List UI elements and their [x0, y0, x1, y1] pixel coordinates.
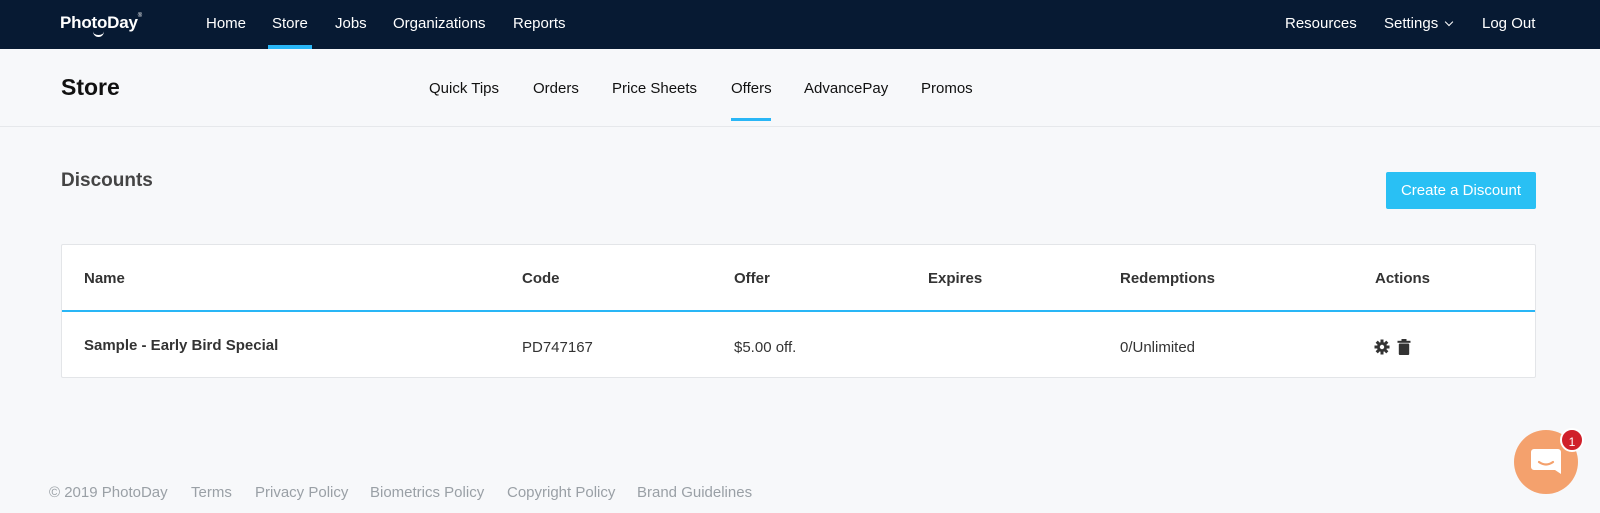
table-row: Sample - Early Bird Special PD747167 $5.…	[62, 312, 1535, 379]
nav-settings-label: Settings	[1384, 15, 1439, 32]
store-subheader: Store Quick Tips Orders Price Sheets Off…	[0, 49, 1600, 127]
footer-link-brand-guidelines[interactable]: Brand Guidelines	[637, 484, 752, 501]
discount-redemptions: 0/Unlimited	[1120, 339, 1196, 356]
nav-reports[interactable]: Reports	[513, 15, 566, 32]
nav-home[interactable]: Home	[206, 15, 246, 32]
chevron-down-icon	[1444, 17, 1454, 27]
tab-advancepay[interactable]: AdvancePay	[804, 80, 888, 97]
column-header-redemptions[interactable]: Redemptions	[1120, 270, 1215, 287]
tab-promos[interactable]: Promos	[921, 80, 973, 97]
photoday-logo[interactable]: PhotoDay®	[60, 13, 142, 37]
discounts-table: Name Code Offer Expires Redemptions Acti…	[61, 244, 1536, 378]
table-header: Name Code Offer Expires Redemptions Acti…	[62, 245, 1535, 312]
page-title: Store	[61, 74, 120, 100]
tab-orders[interactable]: Orders	[533, 80, 579, 97]
tab-active-indicator	[731, 118, 771, 121]
section-title: Discounts	[61, 170, 153, 191]
footer-link-biometrics-policy[interactable]: Biometrics Policy	[370, 484, 484, 501]
footer-copyright: © 2019 PhotoDay	[49, 484, 168, 501]
nav-store[interactable]: Store	[272, 15, 308, 32]
nav-organizations[interactable]: Organizations	[393, 15, 486, 32]
nav-resources[interactable]: Resources	[1285, 15, 1357, 32]
footer-link-terms[interactable]: Terms	[191, 484, 232, 501]
footer-link-copyright-policy[interactable]: Copyright Policy	[507, 484, 615, 501]
nav-jobs[interactable]: Jobs	[335, 15, 367, 32]
discount-offer: $5.00 off.	[734, 339, 797, 356]
column-header-actions: Actions	[1375, 270, 1431, 287]
logo-text: PhotoDay	[60, 13, 138, 32]
chat-notification-badge: 1	[1560, 428, 1584, 452]
nav-logout[interactable]: Log Out	[1482, 15, 1535, 32]
trash-icon[interactable]	[1397, 339, 1411, 360]
column-header-name[interactable]: Name	[84, 270, 125, 287]
top-navbar: PhotoDay® Home Store Jobs Organizations …	[0, 0, 1600, 49]
tab-quick-tips[interactable]: Quick Tips	[429, 80, 499, 97]
footer-link-privacy-policy[interactable]: Privacy Policy	[255, 484, 348, 501]
column-header-offer[interactable]: Offer	[734, 270, 770, 287]
column-header-expires[interactable]: Expires	[928, 270, 982, 287]
create-discount-button[interactable]: Create a Discount	[1386, 172, 1536, 209]
discount-name: Sample - Early Bird Special	[84, 337, 279, 354]
column-header-code[interactable]: Code	[522, 270, 560, 287]
nav-settings[interactable]: Settings	[1384, 15, 1454, 32]
tab-offers[interactable]: Offers	[731, 80, 772, 97]
discount-code: PD747167	[522, 339, 593, 356]
tab-price-sheets[interactable]: Price Sheets	[612, 80, 697, 97]
gear-icon[interactable]	[1374, 339, 1390, 360]
